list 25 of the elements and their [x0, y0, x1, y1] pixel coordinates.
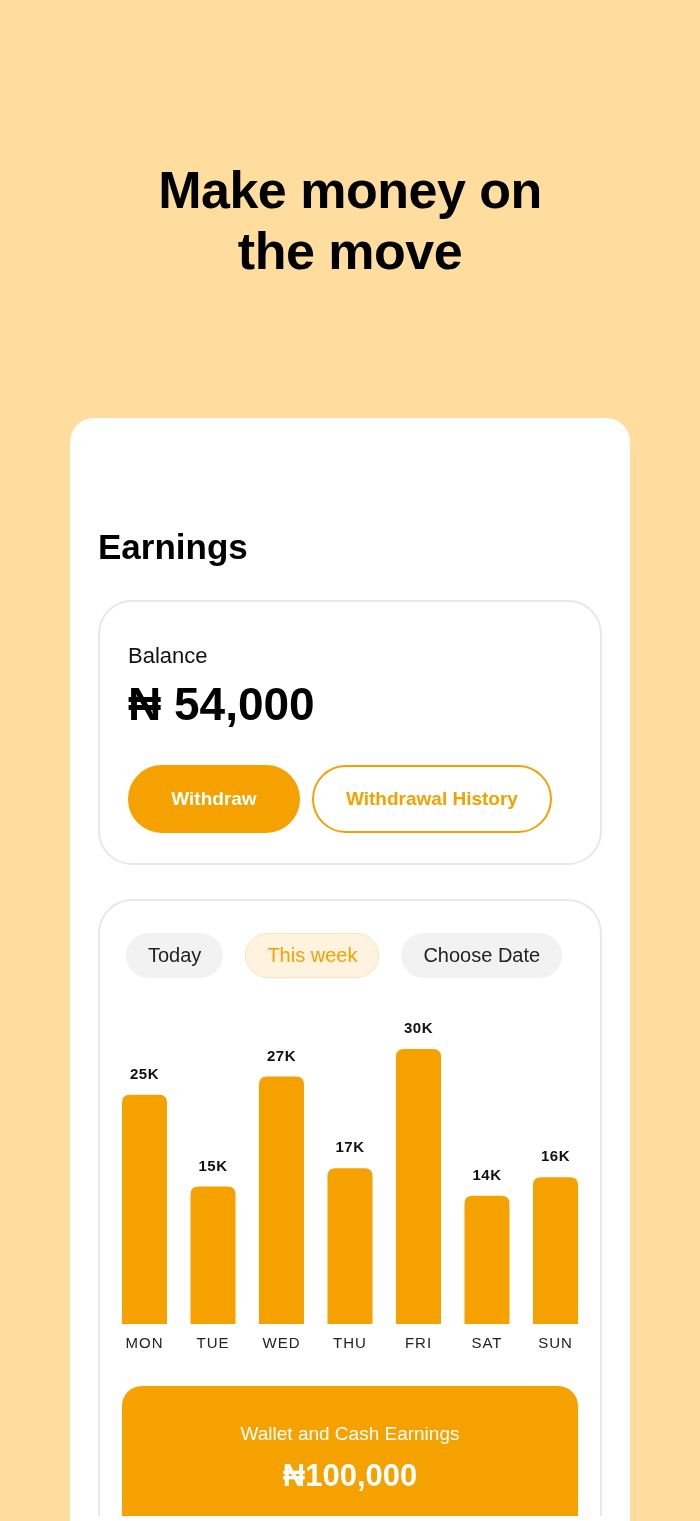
history-button[interactable]: Withdrawal History	[312, 765, 552, 833]
period-tab[interactable]: Choose Date	[401, 933, 563, 978]
withdraw-button[interactable]: Withdraw	[128, 765, 300, 833]
headline: Make money on the move	[157, 160, 543, 282]
bar-value-label: 14K	[472, 1165, 502, 1183]
balance-label: Balance	[128, 642, 209, 670]
day-label: SAT	[471, 1334, 503, 1351]
total-label: Wallet and Cash Earnings	[240, 1422, 460, 1446]
day-label: FRI	[404, 1334, 433, 1351]
bar-value-label: 15K	[198, 1156, 228, 1174]
bar-value-label: 27K	[267, 1046, 296, 1064]
day-label: TUE	[196, 1334, 230, 1351]
bar-value-label: 25K	[130, 1064, 159, 1082]
period-tab[interactable]: This week	[245, 933, 380, 978]
total-amount: ₦100,000	[281, 1457, 419, 1495]
bar-value-label: 30K	[404, 1019, 433, 1036]
section-title: Earnings	[98, 526, 249, 568]
balance-amount: ₦ 54,000	[128, 678, 316, 730]
day-label: MON	[125, 1334, 164, 1351]
bar-value-label: 16K	[541, 1147, 570, 1165]
period-tab[interactable]: Today	[126, 933, 224, 978]
bar-value-label: 17K	[335, 1138, 365, 1156]
day-label: THU	[333, 1334, 367, 1351]
day-label: SUN	[538, 1334, 573, 1351]
day-label: WED	[262, 1334, 301, 1351]
